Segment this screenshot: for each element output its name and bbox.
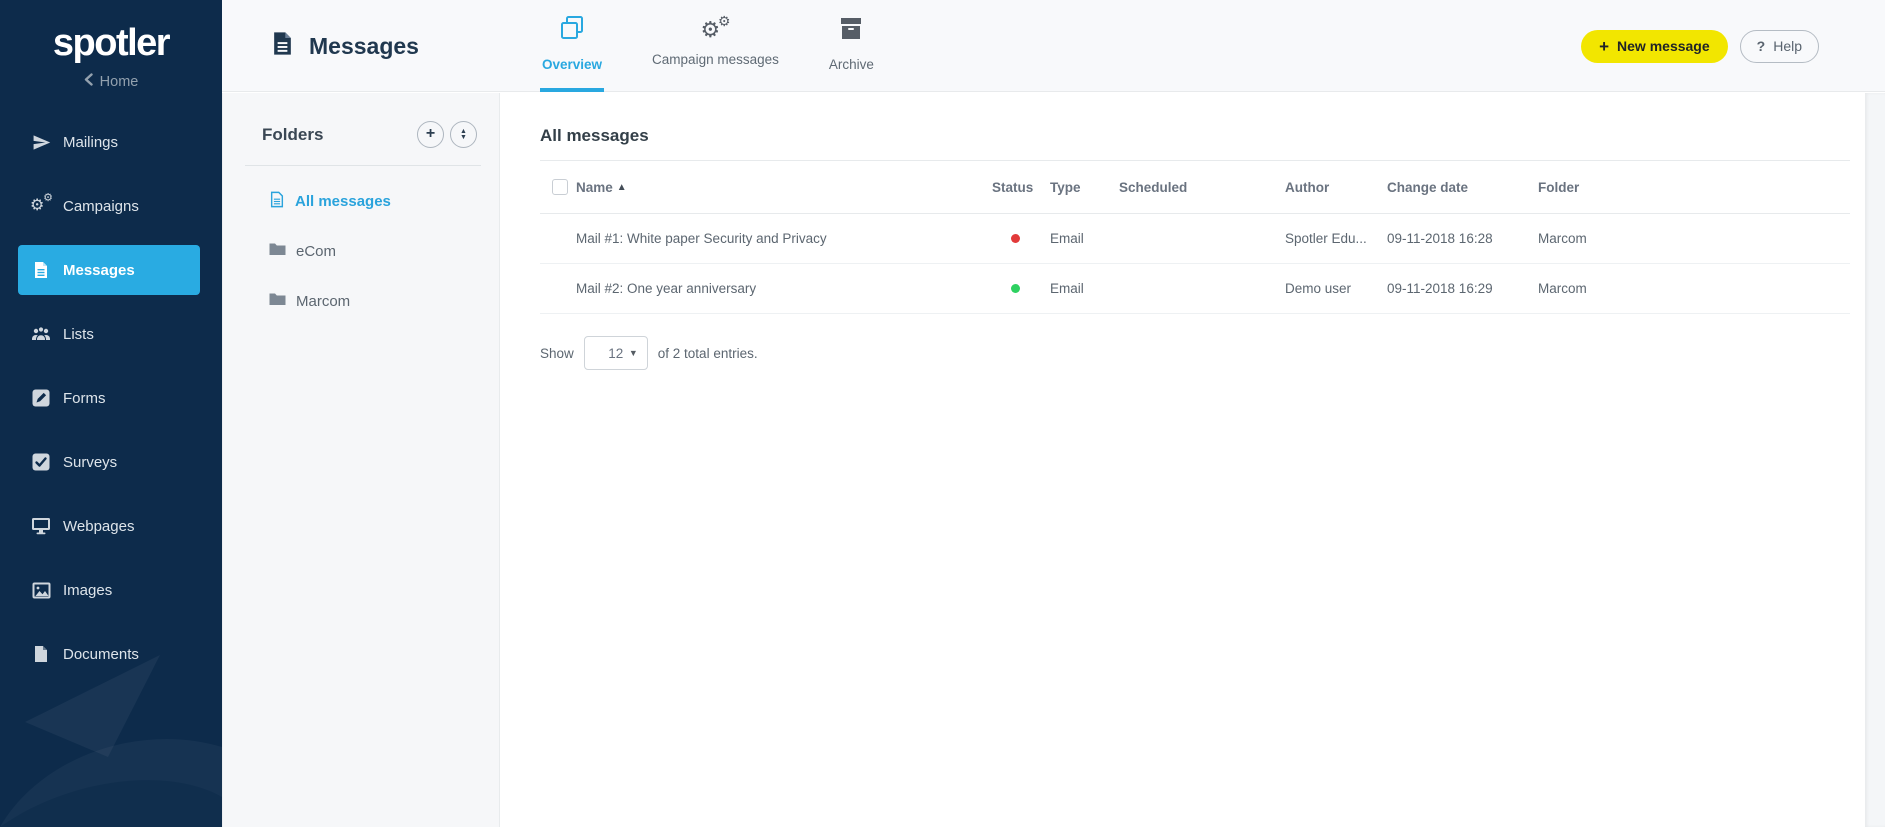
message-folder: Marcom xyxy=(1538,213,1850,264)
page-title: Messages xyxy=(270,0,419,92)
column-header-name[interactable]: Name ▲ xyxy=(576,160,992,214)
scrollbar-track[interactable] xyxy=(1865,93,1885,827)
paper-plane-icon xyxy=(31,132,51,152)
chevron-left-icon xyxy=(84,73,93,90)
message-change-date: 09-11-2018 16:28 xyxy=(1387,213,1538,264)
sidebar-nav: Mailings ⚙ ⚙ Campaigns Messages Lists For… xyxy=(0,110,222,686)
add-folder-button[interactable]: + xyxy=(417,121,444,148)
folder-item-marcom[interactable]: Marcom xyxy=(223,276,499,326)
column-header-status[interactable]: Status xyxy=(992,160,1050,214)
column-header-change-date[interactable]: Change date xyxy=(1387,160,1538,214)
folder-icon xyxy=(269,292,286,310)
folder-item-all-messages[interactable]: All messages xyxy=(223,176,499,226)
sidebar-item-label: Campaigns xyxy=(63,197,139,215)
main-content: All messages Name ▲ Status Type Scheduled… xyxy=(501,93,1865,827)
select-all-checkbox[interactable] xyxy=(552,179,568,195)
tab-archive[interactable]: Archive xyxy=(827,0,876,92)
sidebar-item-label: Webpages xyxy=(63,517,135,535)
sidebar-item-label: Messages xyxy=(63,261,135,279)
table-row[interactable]: Mail #2: One year anniversary Email Demo… xyxy=(540,263,1850,314)
message-folder: Marcom xyxy=(1538,263,1850,314)
message-change-date: 09-11-2018 16:29 xyxy=(1387,263,1538,314)
sidebar-item-documents[interactable]: Documents xyxy=(0,622,222,686)
check-square-icon xyxy=(31,452,51,472)
plus-icon: + xyxy=(1599,36,1610,56)
image-icon xyxy=(31,580,51,600)
page-size-select[interactable]: 12 ▼ xyxy=(583,336,648,370)
tab-campaign-messages[interactable]: ⚙ ⚙ Campaign messages xyxy=(650,0,781,92)
caret-down-icon: ▼ xyxy=(628,348,638,358)
sidebar-item-label: Surveys xyxy=(63,453,118,471)
sidebar-item-forms[interactable]: Forms xyxy=(0,366,222,430)
status-dot-green xyxy=(1011,284,1020,293)
gears-icon: ⚙ ⚙ xyxy=(30,192,53,214)
folders-title: Folders xyxy=(262,124,324,144)
sidebar-item-label: Documents xyxy=(63,645,139,663)
question-icon: ? xyxy=(1756,38,1766,54)
sidebar-item-label: Images xyxy=(63,581,113,599)
table-header-row: Name ▲ Status Type Scheduled Author Chang… xyxy=(540,160,1850,214)
sidebar-item-campaigns[interactable]: ⚙ ⚙ Campaigns xyxy=(0,174,222,238)
sidebar-item-webpages[interactable]: Webpages xyxy=(0,494,222,558)
file-icon xyxy=(31,644,51,664)
sidebar-item-label: Forms xyxy=(63,389,106,407)
message-author: Demo user xyxy=(1285,263,1387,314)
message-scheduled xyxy=(1119,263,1285,314)
home-link[interactable]: Home xyxy=(0,73,222,90)
monitor-icon xyxy=(31,516,51,536)
divider xyxy=(245,165,481,166)
column-header-author[interactable]: Author xyxy=(1285,160,1387,214)
total-entries-text: of 2 total entries. xyxy=(657,345,758,361)
sort-asc-icon: ▲ xyxy=(616,181,627,193)
users-icon xyxy=(31,324,51,344)
new-message-button[interactable]: + New message xyxy=(1581,29,1728,63)
sidebar-item-label: Lists xyxy=(63,325,94,343)
top-header: Messages Overview ⚙ ⚙ Campaign messages A… xyxy=(222,0,1885,92)
message-author: Spotler Edu... xyxy=(1285,213,1387,264)
tab-bar: Overview ⚙ ⚙ Campaign messages Archive xyxy=(540,0,876,92)
table-footer: Show 12 ▼ of 2 total entries. xyxy=(540,336,1865,370)
pencil-square-icon xyxy=(31,388,51,408)
show-label: Show xyxy=(540,345,574,361)
folders-panel: Folders + ▲ ▼ All messages eCom Marcom xyxy=(222,93,500,827)
message-type: Email xyxy=(1050,213,1119,264)
message-name[interactable]: Mail #1: White paper Security and Privac… xyxy=(576,213,992,264)
column-header-type[interactable]: Type xyxy=(1050,160,1119,214)
copy-icon xyxy=(558,14,586,49)
message-type: Email xyxy=(1050,263,1119,314)
sidebar-item-images[interactable]: Images xyxy=(0,558,222,622)
folder-icon xyxy=(269,242,286,260)
sort-folders-button[interactable]: ▲ ▼ xyxy=(450,121,477,148)
sidebar-item-messages[interactable]: Messages xyxy=(18,245,200,295)
column-header-scheduled[interactable]: Scheduled xyxy=(1119,160,1285,214)
tab-overview[interactable]: Overview xyxy=(540,0,605,92)
folder-item-ecom[interactable]: eCom xyxy=(223,226,499,276)
help-button[interactable]: ? Help xyxy=(1739,29,1819,63)
archive-box-icon xyxy=(837,14,865,49)
sidebar-item-lists[interactable]: Lists xyxy=(0,302,222,366)
message-scheduled xyxy=(1119,213,1285,264)
table-row[interactable]: Mail #1: White paper Security and Privac… xyxy=(540,213,1850,264)
home-label: Home xyxy=(99,73,139,90)
file-text-icon xyxy=(270,30,295,62)
sidebar-item-surveys[interactable]: Surveys xyxy=(0,430,222,494)
gears-icon: ⚙ ⚙ xyxy=(700,13,731,42)
sidebar-item-label: Mailings xyxy=(63,133,119,151)
file-text-icon xyxy=(269,191,285,212)
sidebar-item-mailings[interactable]: Mailings xyxy=(0,110,222,174)
message-name[interactable]: Mail #2: One year anniversary xyxy=(576,263,992,314)
spotler-logo: spotler xyxy=(52,22,171,64)
column-header-folder[interactable]: Folder xyxy=(1538,160,1850,214)
section-title: All messages xyxy=(540,126,649,145)
header-actions: + New message ? Help xyxy=(1581,0,1819,92)
file-text-icon xyxy=(31,260,51,280)
messages-table: Name ▲ Status Type Scheduled Author Chang… xyxy=(540,160,1850,314)
sidebar: spotler Home Mailings ⚙ ⚙ Campaigns Messa… xyxy=(0,0,222,827)
status-dot-red xyxy=(1011,234,1020,243)
